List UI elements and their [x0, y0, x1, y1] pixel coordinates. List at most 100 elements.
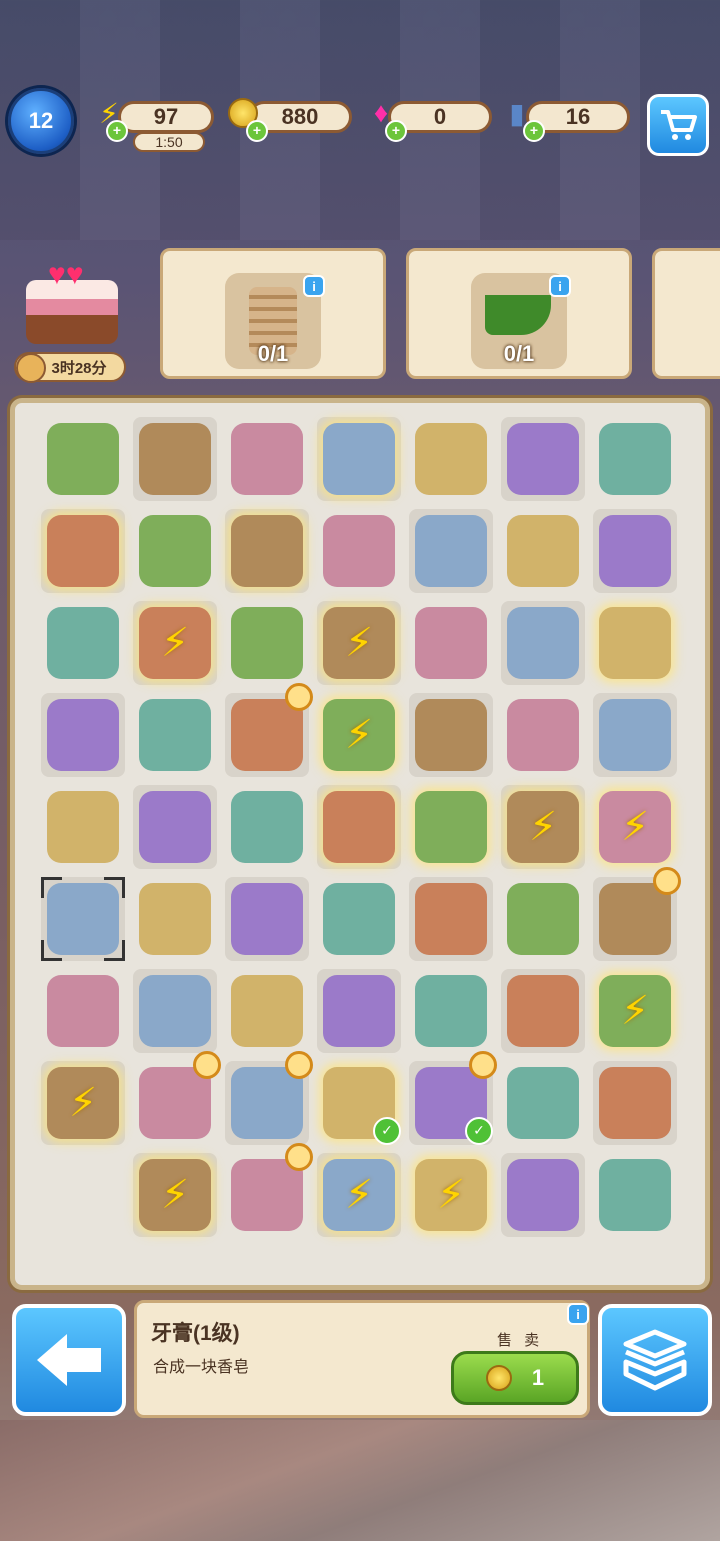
board-item-paintbrush[interactable] — [139, 975, 211, 1047]
board-item-sprout[interactable] — [231, 423, 303, 495]
board-cell[interactable] — [221, 1051, 313, 1149]
board-item-wood-box[interactable] — [47, 975, 119, 1047]
board-cell[interactable] — [497, 1149, 589, 1241]
board-cell[interactable] — [221, 683, 313, 781]
board-cell[interactable] — [221, 413, 313, 505]
board-cell[interactable] — [405, 689, 497, 781]
board-item-seeds[interactable] — [415, 423, 487, 495]
board-item-energy-pot[interactable]: ⚡ — [415, 1159, 487, 1231]
board-item-garden-gloves[interactable] — [507, 607, 579, 679]
board-cell[interactable] — [405, 781, 497, 873]
player-level-badge[interactable]: 12 — [8, 88, 74, 154]
back-button[interactable] — [12, 1304, 126, 1416]
board-item-timer-gadget[interactable] — [507, 699, 579, 771]
board-item-lantern[interactable] — [599, 1159, 671, 1231]
board-item-pliers[interactable] — [47, 423, 119, 495]
board-cell[interactable]: ⚡ — [313, 597, 405, 689]
gem-plus-icon[interactable]: + — [385, 120, 407, 142]
board-cell[interactable] — [37, 689, 129, 781]
board-cell[interactable] — [37, 505, 129, 597]
board-item-brush[interactable] — [507, 515, 579, 587]
board-item-seedling[interactable] — [507, 975, 579, 1047]
board-item-flower-planter[interactable] — [231, 975, 303, 1047]
board-cell[interactable] — [129, 781, 221, 873]
board-item-energy-pot[interactable]: ⚡ — [323, 1159, 395, 1231]
board-cell[interactable]: ⚡ — [589, 965, 681, 1057]
board-cell[interactable] — [221, 873, 313, 965]
board-item-mallet[interactable] — [415, 883, 487, 955]
energy-counter[interactable]: 97 — [118, 101, 214, 133]
board-item-screw[interactable] — [47, 791, 119, 863]
board-item-energy-plant[interactable]: ⚡ — [139, 607, 211, 679]
order-card[interactable]: i 0/1 — [406, 248, 632, 379]
board-item-sapling[interactable] — [139, 515, 211, 587]
card-plus-icon[interactable]: + — [523, 120, 545, 142]
board-cell[interactable] — [589, 689, 681, 781]
board-item-tires[interactable] — [139, 699, 211, 771]
board-item-bucket[interactable] — [415, 515, 487, 587]
board-item-sand-bag[interactable] — [47, 607, 119, 679]
board-cell[interactable] — [589, 413, 681, 505]
item-info-icon[interactable]: i — [567, 1303, 589, 1325]
sell-button[interactable]: 1 — [451, 1351, 579, 1405]
board-cell[interactable] — [405, 873, 497, 965]
board-item-cracked-vase[interactable] — [231, 683, 313, 771]
board-item-flower-bush[interactable] — [47, 515, 119, 587]
board-cell[interactable] — [497, 873, 589, 965]
board-cell[interactable]: ⚡ — [589, 781, 681, 873]
order-info-icon[interactable]: i — [303, 275, 325, 297]
board-cell[interactable]: ✓ — [313, 1057, 405, 1149]
board-cell[interactable] — [37, 597, 129, 689]
board-item-bulb-box[interactable] — [599, 1067, 671, 1139]
board-item-tulip-pot[interactable] — [415, 607, 487, 679]
board-cell[interactable] — [129, 689, 221, 781]
board-cell[interactable] — [221, 965, 313, 1057]
board-item-lantern[interactable]: ✓ — [323, 1067, 401, 1145]
board-item-drawer[interactable] — [231, 1051, 313, 1139]
board-cell[interactable] — [37, 873, 129, 965]
board-item-energy-vase[interactable]: ⚡ — [323, 607, 395, 679]
order-card[interactable]: i 0/1 — [160, 248, 386, 379]
board-cell[interactable] — [497, 413, 589, 505]
board-item-flower-vase[interactable] — [323, 423, 395, 495]
board-item-light-bulb[interactable] — [507, 1067, 579, 1139]
board-item-orange-pliers[interactable] — [139, 883, 211, 955]
energy-plus-icon[interactable]: + — [106, 120, 128, 142]
board-cell[interactable] — [129, 413, 221, 505]
board-cell[interactable] — [37, 965, 129, 1057]
board-cell[interactable] — [589, 597, 681, 689]
board-item-energy-plant[interactable]: ⚡ — [599, 975, 671, 1047]
board-cell[interactable] — [497, 689, 589, 781]
coin-plus-icon[interactable]: + — [246, 120, 268, 142]
board-cell[interactable] — [313, 873, 405, 965]
board-item-energy-vase[interactable]: ⚡ — [323, 699, 395, 771]
board-cell[interactable]: ⚡ — [129, 597, 221, 689]
board-item-glass-vase[interactable] — [599, 867, 681, 955]
board-cell[interactable] — [221, 597, 313, 689]
board-cell[interactable]: ⚡ — [405, 1149, 497, 1241]
board-cell[interactable] — [405, 597, 497, 689]
board-item-yarn[interactable] — [507, 423, 579, 495]
board-cell[interactable] — [37, 781, 129, 873]
order-card-partial[interactable] — [652, 248, 720, 379]
board-item-small-flower-pot[interactable] — [231, 607, 303, 679]
board-cell[interactable] — [589, 1057, 681, 1149]
board-cell[interactable] — [313, 781, 405, 873]
board-cell[interactable] — [313, 505, 405, 597]
board-item-energy-planter[interactable]: ⚡ — [47, 1067, 119, 1139]
board-cell[interactable] — [129, 965, 221, 1057]
board-cell[interactable]: ⚡ — [37, 1057, 129, 1149]
event-cake-button[interactable]: ♥♥ 3时28分 — [14, 256, 126, 386]
board-item-energy-skates[interactable]: ⚡ — [507, 791, 579, 863]
board-item-moth[interactable] — [507, 1159, 579, 1231]
board-cell[interactable] — [313, 413, 405, 505]
board-cell[interactable]: ⚡ — [497, 781, 589, 873]
board-cell[interactable] — [589, 505, 681, 597]
board-item-spray-bottle[interactable] — [507, 883, 579, 955]
board-cell[interactable] — [405, 965, 497, 1057]
board-cell[interactable] — [589, 1149, 681, 1241]
board-item-small-bush[interactable] — [323, 883, 395, 955]
board-item-lantern[interactable]: ✓ — [415, 1051, 497, 1145]
board-item-rose-pot[interactable] — [599, 607, 671, 679]
board-item-sponge[interactable] — [599, 699, 671, 771]
